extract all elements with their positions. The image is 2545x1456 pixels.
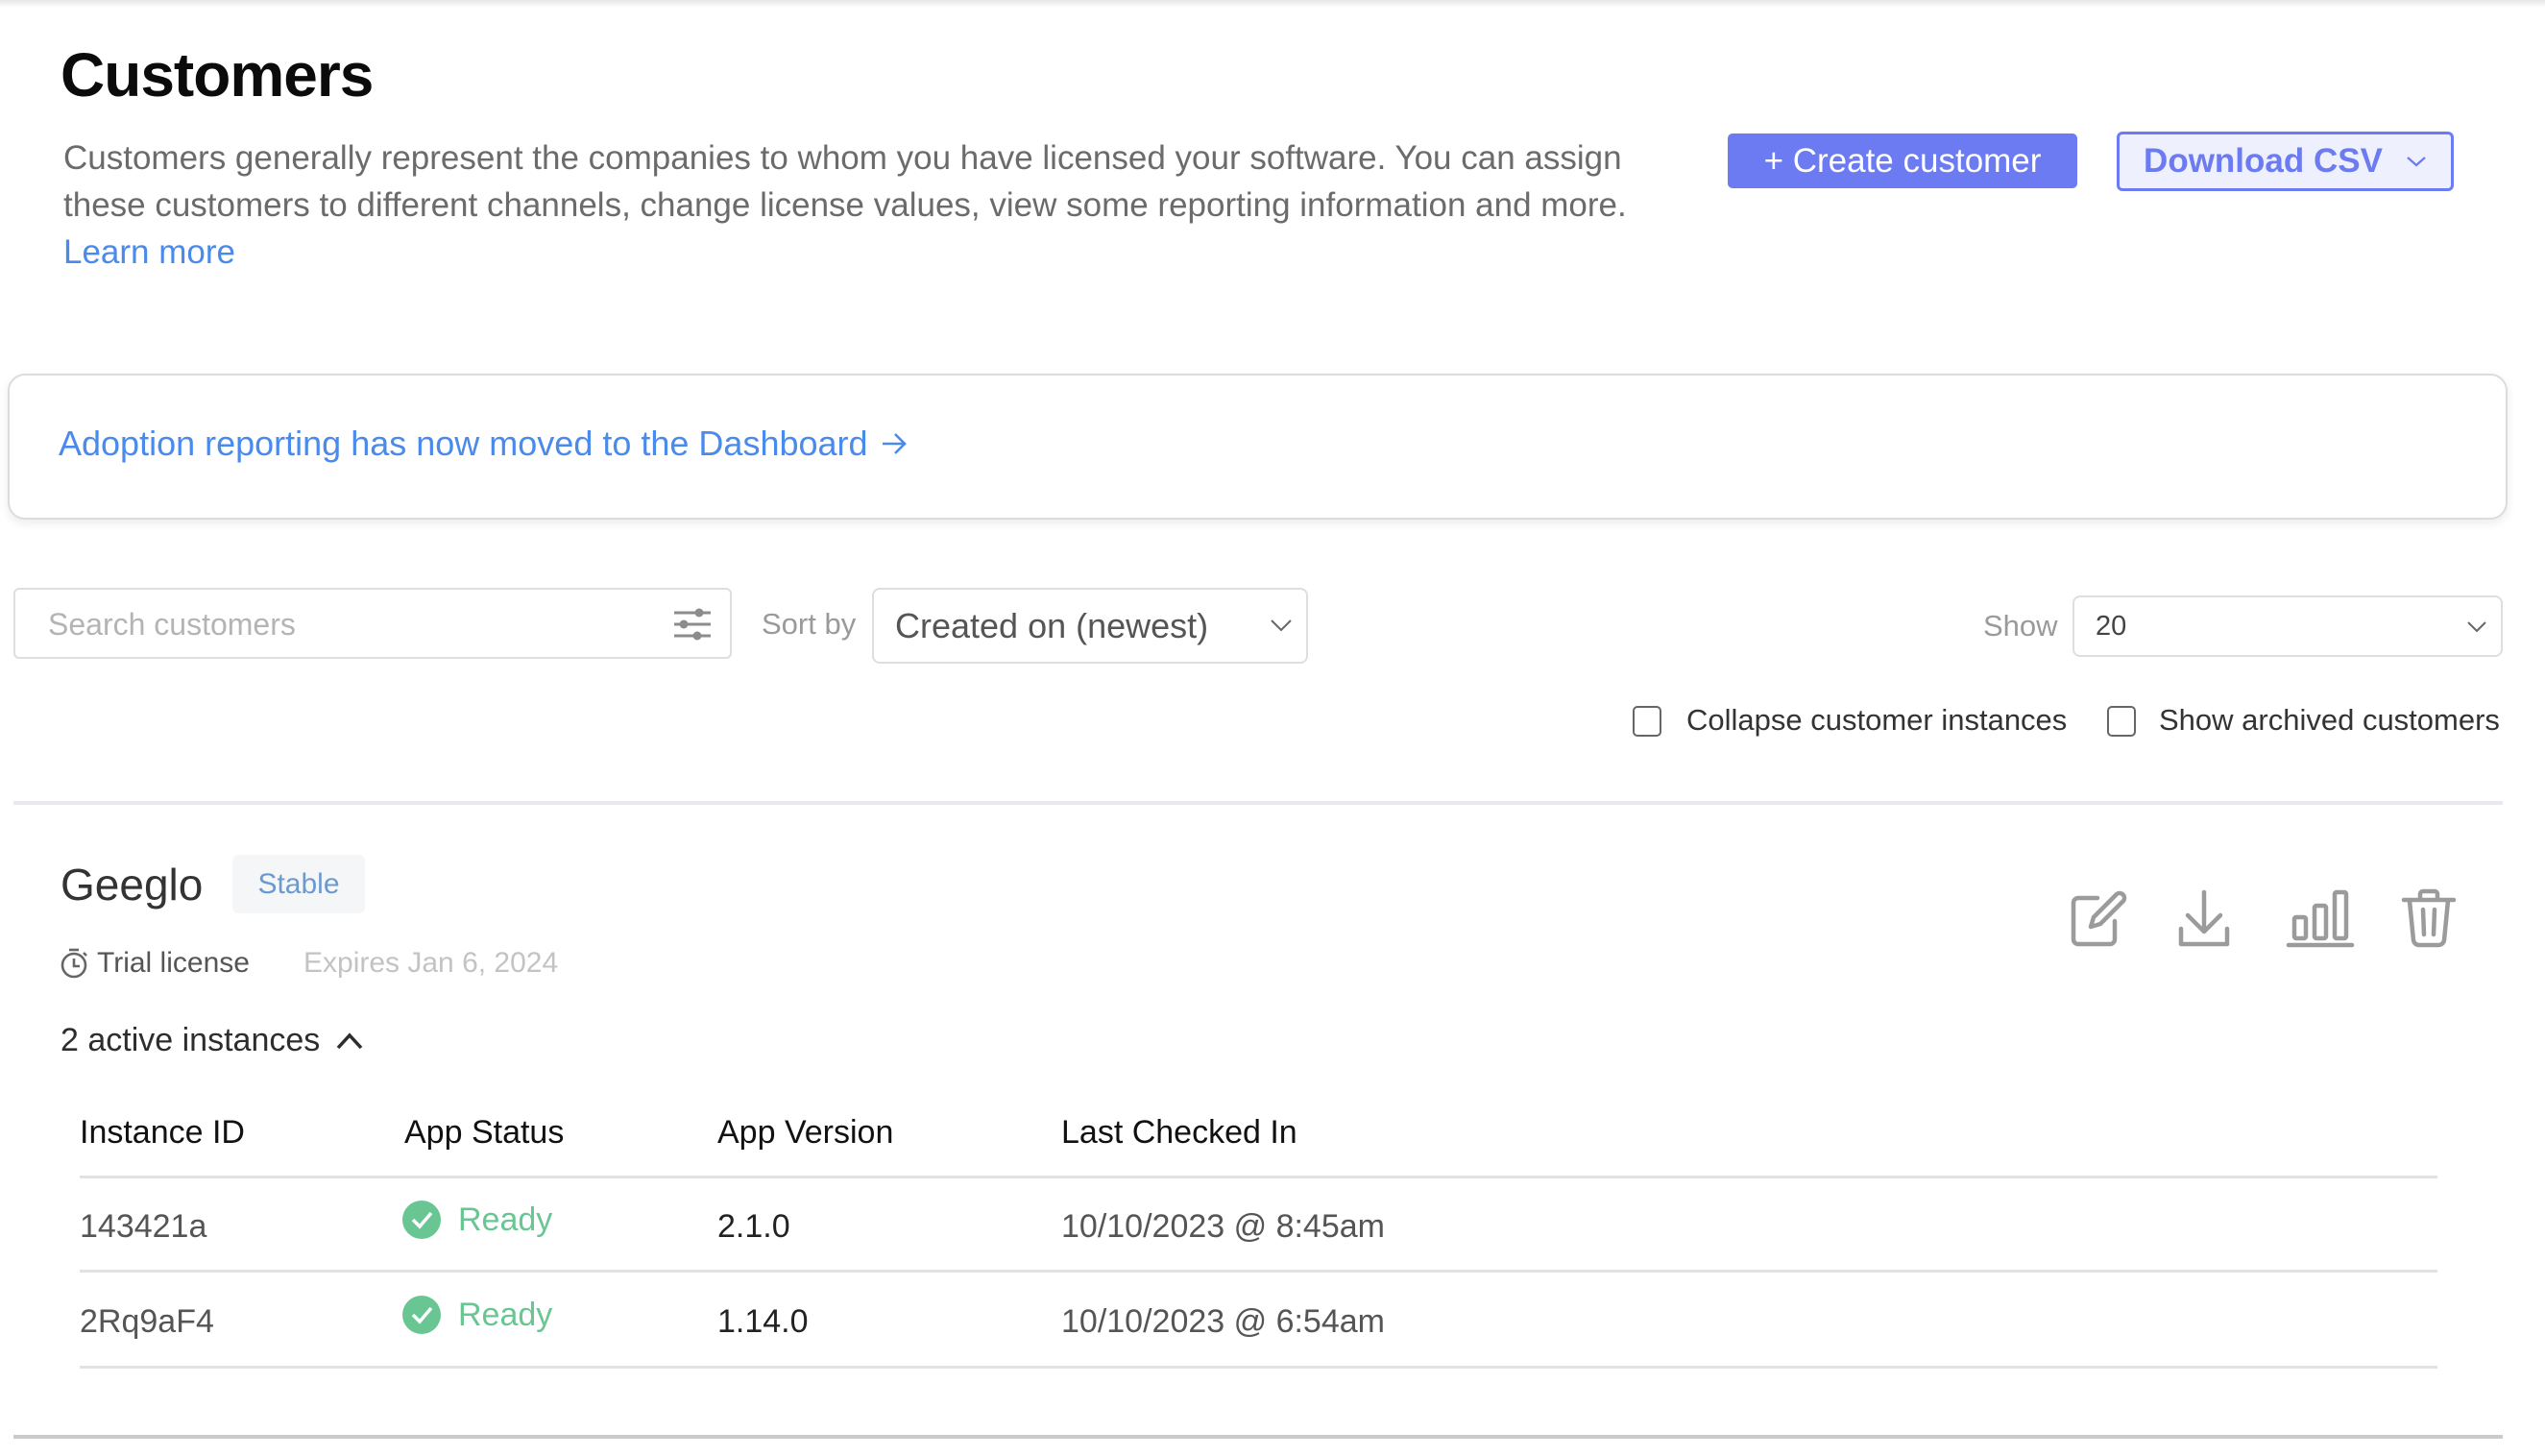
page-description: Customers generally represent the compan… xyxy=(63,134,1677,276)
dashboard-link[interactable]: Adoption reporting has now moved to the … xyxy=(59,424,909,464)
table-header-divider xyxy=(80,1176,2437,1178)
bar-chart-icon xyxy=(2286,889,2355,948)
search-input[interactable] xyxy=(48,603,624,645)
arrow-right-icon xyxy=(882,433,907,454)
channel-badge: Stable xyxy=(232,855,365,913)
learn-more-link[interactable]: Learn more xyxy=(63,233,235,271)
description-text: Customers generally represent the compan… xyxy=(63,139,1627,224)
instances-count: 2 active instances xyxy=(61,1022,321,1058)
last-checked-in: 10/10/2023 @ 6:54am xyxy=(1061,1303,1385,1340)
app-version: 2.1.0 xyxy=(717,1208,790,1245)
filter-sliders-icon[interactable] xyxy=(672,607,713,642)
section-divider xyxy=(13,801,2503,805)
license-type: Trial license xyxy=(97,947,250,979)
download-icon xyxy=(2178,889,2230,947)
instance-id[interactable]: 2Rq9aF4 xyxy=(80,1303,214,1341)
download-license-button[interactable] xyxy=(2174,888,2234,950)
top-shadow xyxy=(0,0,2545,8)
status-label: Ready xyxy=(458,1201,553,1238)
customer-card-divider xyxy=(13,1435,2503,1439)
app-status: Ready xyxy=(402,1201,552,1239)
license-info: Trial license xyxy=(61,947,250,980)
chevron-down-icon xyxy=(1271,619,1292,632)
edit-icon xyxy=(2071,890,2127,947)
page-title: Customers xyxy=(61,40,374,109)
column-header-instance-id: Instance ID xyxy=(80,1114,245,1151)
last-checked-in: 10/10/2023 @ 8:45am xyxy=(1061,1208,1385,1245)
reporting-button[interactable] xyxy=(2286,888,2355,950)
sort-select[interactable]: Created on (newest) xyxy=(872,588,1308,664)
app-status: Ready xyxy=(402,1296,552,1334)
show-archived-checkbox[interactable] xyxy=(2107,706,2136,737)
row-divider xyxy=(80,1270,2437,1273)
archive-customer-button[interactable] xyxy=(2399,888,2459,950)
row-divider xyxy=(80,1366,2437,1369)
check-circle-icon xyxy=(402,1201,441,1239)
chevron-down-icon xyxy=(2407,157,2426,167)
collapse-instances-label[interactable]: Collapse customer instances xyxy=(1686,703,2067,738)
banner-text: Adoption reporting has now moved to the … xyxy=(59,424,868,463)
stopwatch-icon xyxy=(61,948,87,979)
customer-name[interactable]: Geeglo xyxy=(61,859,203,910)
download-csv-button[interactable]: Download CSV xyxy=(2117,132,2454,191)
page-size-select[interactable]: 20 xyxy=(2072,595,2503,657)
create-customer-label: + Create customer xyxy=(1763,141,2042,180)
create-customer-button[interactable]: + Create customer xyxy=(1728,133,2077,188)
channel-label: Stable xyxy=(257,867,340,900)
instance-id[interactable]: 143421a xyxy=(80,1208,206,1246)
edit-customer-button[interactable] xyxy=(2069,888,2128,950)
license-expiry: Expires Jan 6, 2024 xyxy=(303,947,559,979)
show-label: Show xyxy=(1983,609,2058,643)
trash-icon xyxy=(2401,888,2457,948)
download-csv-label: Download CSV xyxy=(2144,142,2383,180)
sort-by-label: Sort by xyxy=(762,607,857,641)
app-version: 1.14.0 xyxy=(717,1303,809,1340)
show-archived-label[interactable]: Show archived customers xyxy=(2159,703,2500,738)
instances-toggle[interactable]: 2 active instances xyxy=(61,1022,364,1059)
column-header-last-checked-in: Last Checked In xyxy=(1061,1114,1297,1151)
page-size-value: 20 xyxy=(2096,610,2127,642)
column-header-app-status: App Status xyxy=(404,1114,565,1151)
search-box xyxy=(13,588,732,659)
status-label: Ready xyxy=(458,1296,553,1333)
check-circle-icon xyxy=(402,1296,441,1334)
adoption-banner: Adoption reporting has now moved to the … xyxy=(8,374,2508,520)
chevron-up-icon xyxy=(336,1031,363,1049)
chevron-down-icon xyxy=(2467,621,2486,633)
collapse-instances-checkbox[interactable] xyxy=(1633,706,1661,737)
sort-value: Created on (newest) xyxy=(895,605,1209,645)
column-header-app-version: App Version xyxy=(717,1114,894,1151)
